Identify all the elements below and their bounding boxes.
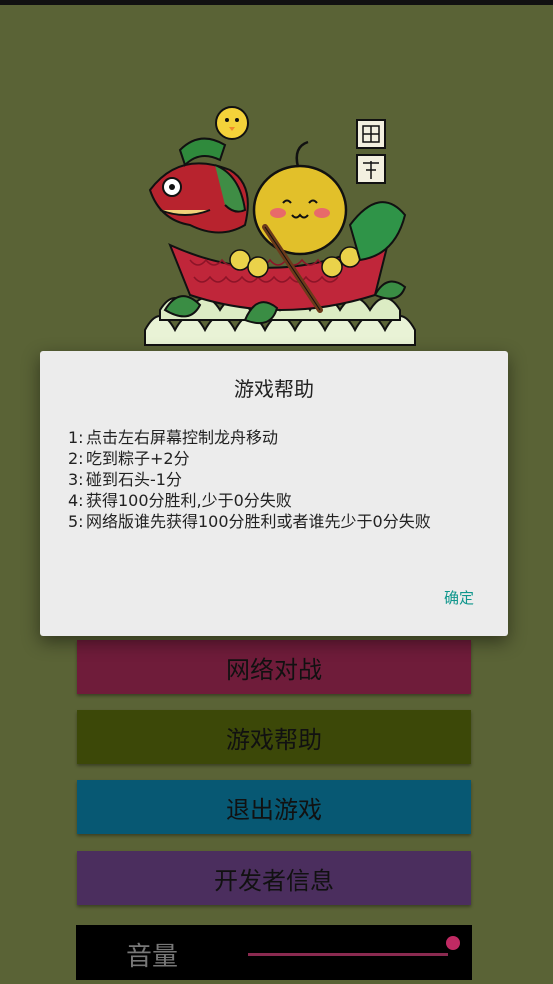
developer-info-button[interactable]: 开发者信息 [77, 851, 471, 905]
developer-info-label: 开发者信息 [214, 866, 334, 895]
list-item: 1: 点击左右屏幕控制龙舟移动 [68, 427, 480, 448]
list-item-text: 吃到粽子+2分 [86, 449, 190, 468]
help-list: 1: 点击左右屏幕控制龙舟移动 2: 吃到粽子+2分 3: 碰到石头-1分 4:… [68, 427, 480, 532]
volume-label: 音量 [126, 942, 179, 972]
dialog-title: 游戏帮助 [234, 377, 314, 401]
exit-game-label: 退出游戏 [226, 795, 322, 824]
game-help-dialog: 游戏帮助 1: 点击左右屏幕控制龙舟移动 2: 吃到粽子+2分 3: 碰到石头-… [40, 351, 508, 636]
list-item-number: 5: [68, 512, 84, 531]
game-help-label: 游戏帮助 [226, 725, 322, 754]
list-item-number: 1: [68, 428, 84, 447]
status-bar [0, 0, 553, 5]
network-battle-label: 网络对战 [226, 655, 322, 684]
list-item-text: 获得100分胜利,少于0分失败 [86, 491, 292, 510]
exit-game-button[interactable]: 退出游戏 [77, 780, 471, 834]
volume-slider-track[interactable] [248, 953, 448, 956]
list-item-text: 网络版谁先获得100分胜利或者谁先少于0分失败 [86, 512, 431, 531]
list-item: 3: 碰到石头-1分 [68, 469, 480, 490]
list-item: 2: 吃到粽子+2分 [68, 448, 480, 469]
network-battle-button[interactable]: 网络对战 [77, 640, 471, 694]
list-item-number: 2: [68, 449, 84, 468]
volume-slider-thumb[interactable] [446, 936, 460, 950]
game-help-button[interactable]: 游戏帮助 [77, 710, 471, 764]
list-item: 5: 网络版谁先获得100分胜利或者谁先少于0分失败 [68, 511, 480, 532]
list-item-number: 4: [68, 491, 84, 510]
confirm-button[interactable]: 确定 [444, 587, 474, 608]
list-item-text: 碰到石头-1分 [86, 470, 182, 489]
list-item-number: 3: [68, 470, 84, 489]
list-item: 4: 获得100分胜利,少于0分失败 [68, 490, 480, 511]
list-item-text: 点击左右屏幕控制龙舟移动 [86, 428, 279, 447]
dragon-boat-illustration [144, 106, 416, 346]
volume-control: 音量 [76, 925, 472, 980]
